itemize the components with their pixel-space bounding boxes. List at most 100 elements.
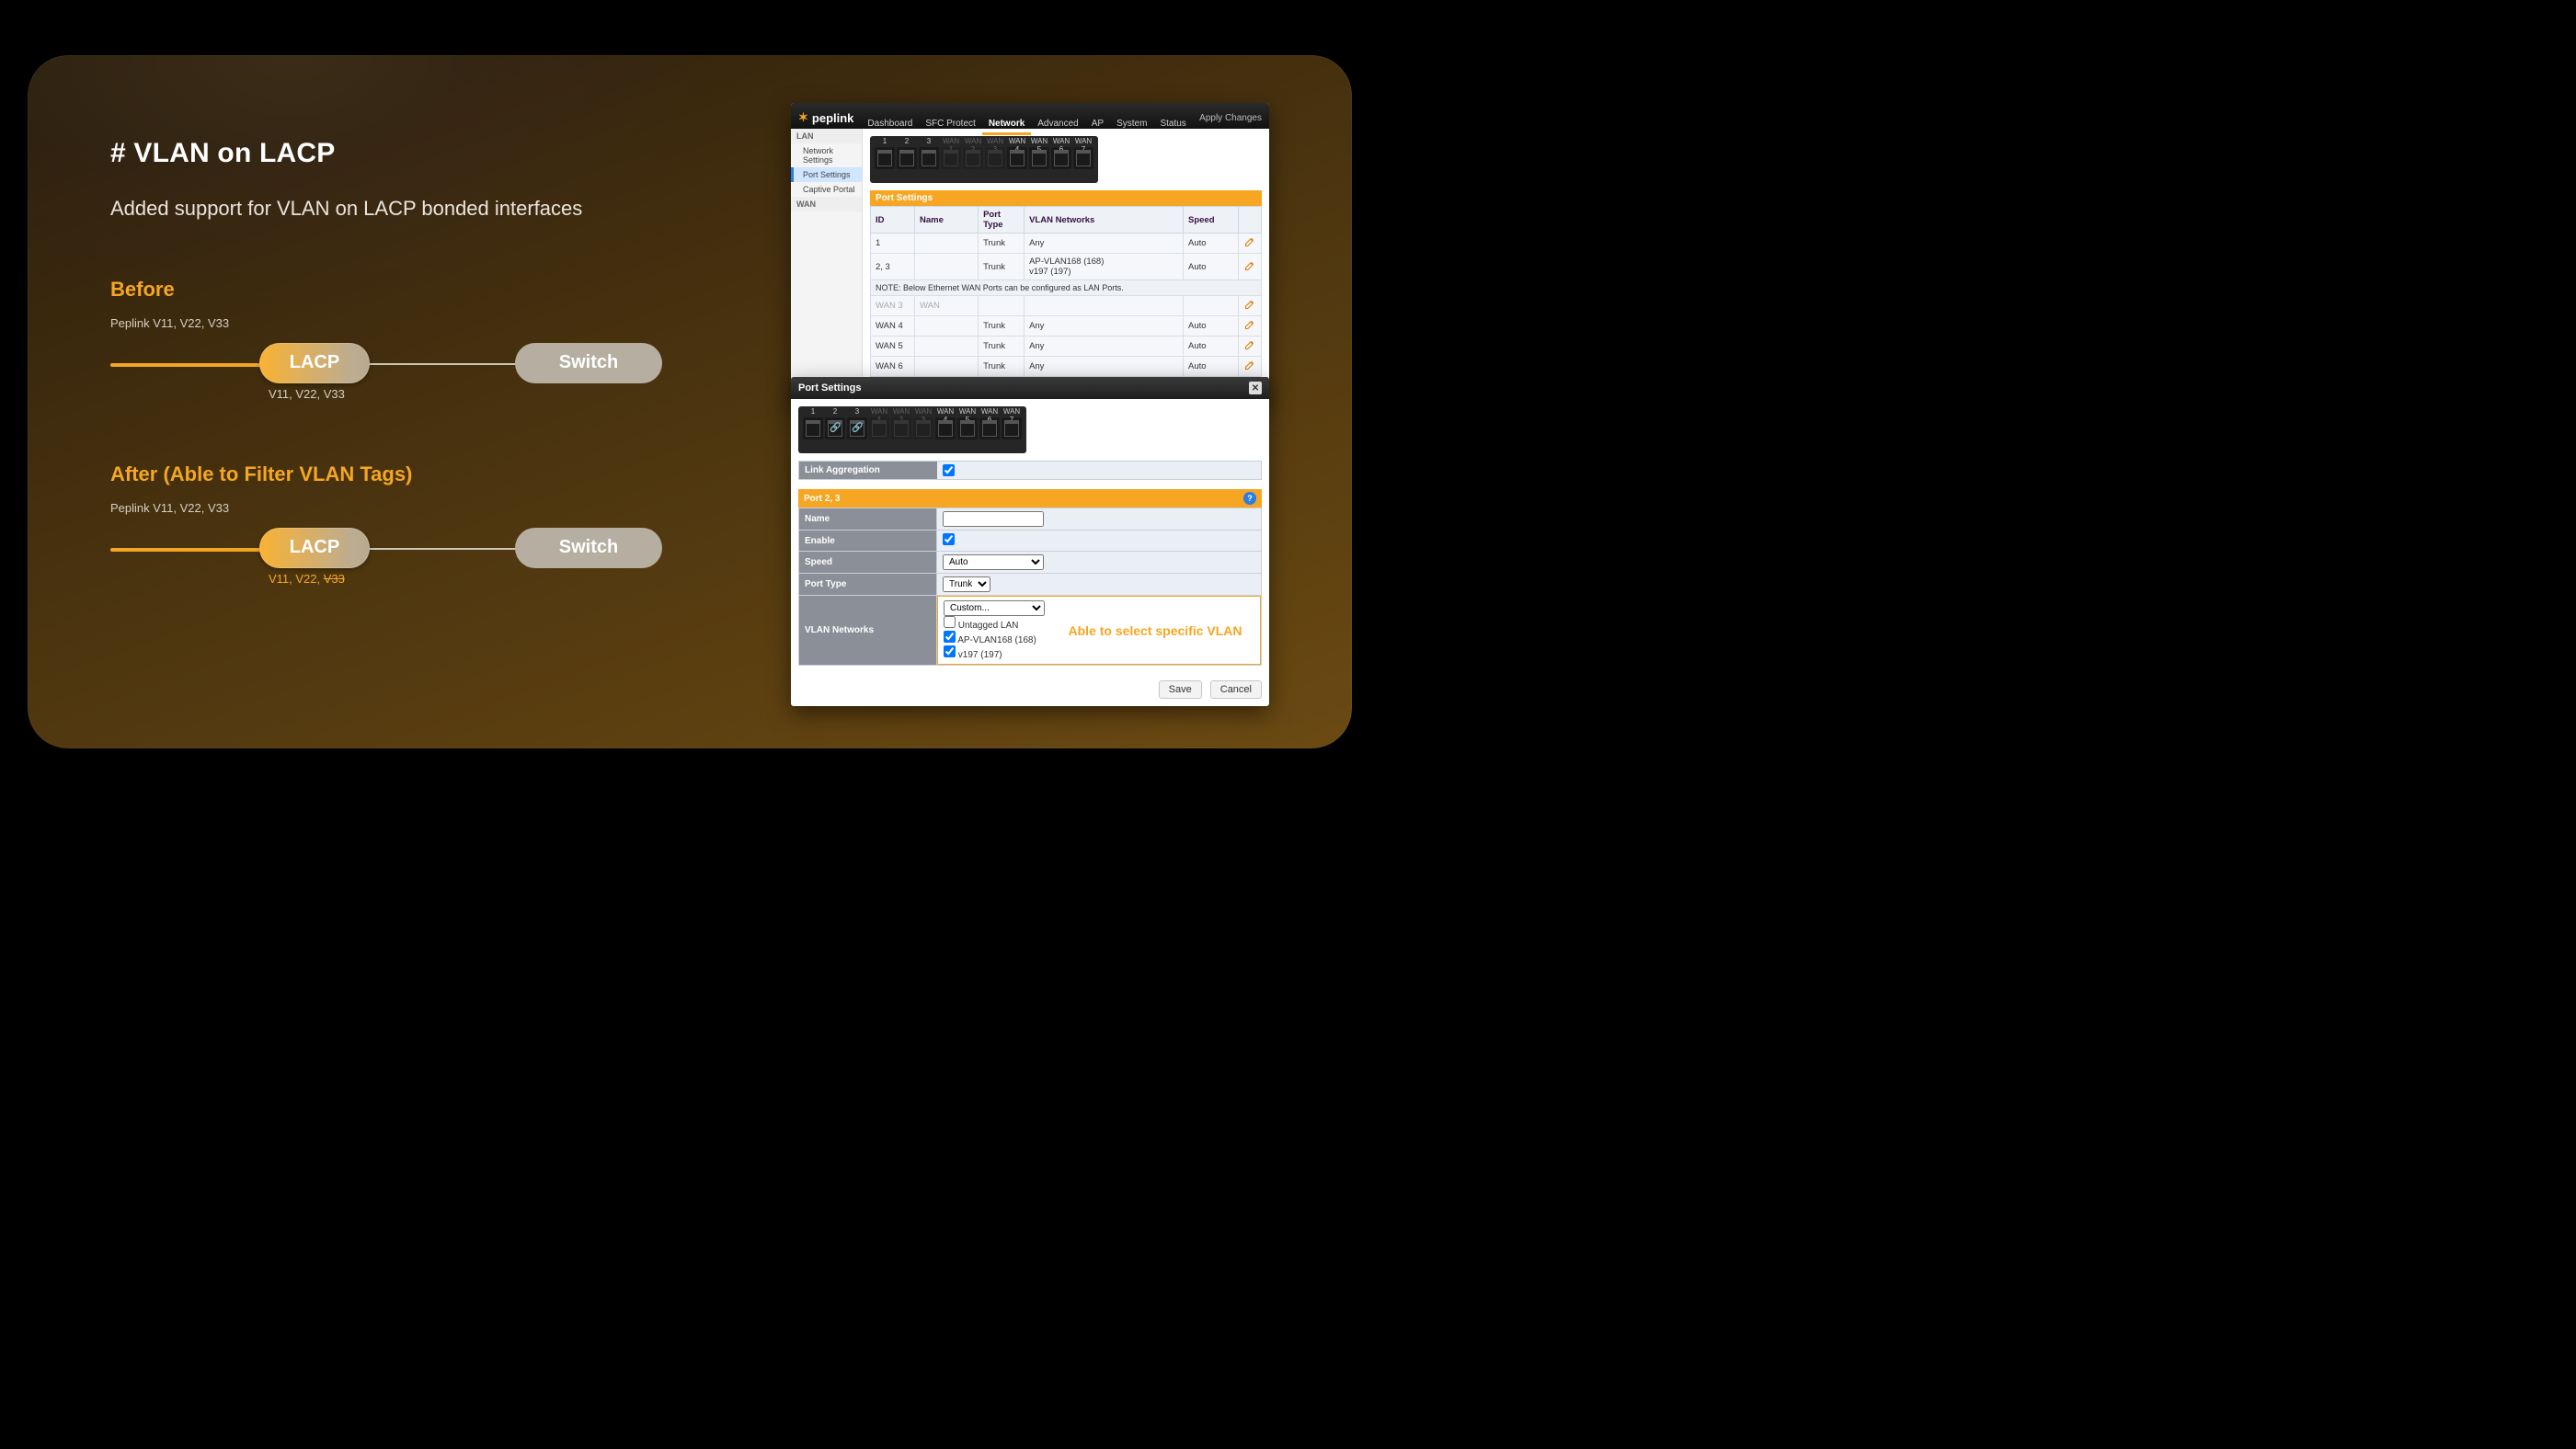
switch-pill: Switch bbox=[515, 343, 662, 383]
col-port-type: Port Type bbox=[979, 207, 1025, 234]
link-aggregation-checkbox[interactable] bbox=[943, 464, 955, 476]
vlan-option[interactable]: Untagged LAN bbox=[944, 616, 1045, 631]
before-heading: Before bbox=[110, 278, 681, 302]
port-wan7[interactable]: WAN 7 bbox=[1002, 417, 1022, 439]
dialog-title: Port Settings bbox=[798, 382, 861, 394]
table-row: WAN 3WAN bbox=[871, 296, 1262, 316]
name-label: Name bbox=[799, 508, 937, 531]
slide-card: # VLAN on LACP Added support for VLAN on… bbox=[28, 55, 1352, 748]
port-wan3[interactable]: WAN 3 bbox=[913, 417, 933, 439]
port-type-label: Port Type bbox=[799, 574, 937, 596]
edit-icon[interactable] bbox=[1243, 299, 1256, 310]
sidebar-group-lan: LAN bbox=[791, 129, 862, 143]
dialog-header: Port Settings ✕ bbox=[791, 377, 1269, 399]
edit-icon[interactable] bbox=[1243, 359, 1256, 371]
port-wan2[interactable]: WAN 2 bbox=[891, 417, 911, 439]
port-wan2[interactable]: WAN 2 bbox=[963, 147, 983, 169]
port-wan1[interactable]: WAN 1 bbox=[941, 147, 961, 169]
port-wan6[interactable]: WAN 6 bbox=[979, 417, 1000, 439]
col-name: Name bbox=[915, 207, 979, 234]
port-wan5[interactable]: WAN 5 bbox=[1029, 147, 1049, 169]
port-wan4[interactable]: WAN 4 bbox=[1007, 147, 1027, 169]
apply-changes-button[interactable]: Apply Changes bbox=[1199, 113, 1262, 129]
port-form: Name Enable Speed Auto Port Type Trunk V… bbox=[798, 508, 1262, 666]
sidebar-item-captive-portal[interactable]: Captive Portal bbox=[791, 182, 862, 197]
after-source: Peplink V11, V22, V33 bbox=[110, 501, 681, 515]
screenshot-port-settings-list: ✶peplink DashboardSFC ProtectNetworkAdva… bbox=[791, 103, 1269, 405]
col-id: ID bbox=[871, 207, 915, 234]
port-table: IDNamePort TypeVLAN NetworksSpeed 1Trunk… bbox=[870, 206, 1262, 397]
vlan-option-checkbox[interactable] bbox=[944, 645, 956, 657]
edit-icon[interactable] bbox=[1243, 236, 1256, 247]
port-wan7[interactable]: WAN 7 bbox=[1073, 147, 1093, 169]
sidebar-item-network-settings[interactable]: Network Settings bbox=[791, 143, 862, 167]
port-wan5[interactable]: WAN 5 bbox=[957, 417, 978, 439]
sidebar-item-port-settings[interactable]: Port Settings bbox=[791, 167, 862, 182]
vlan-option[interactable]: AP-VLAN168 (168) bbox=[944, 631, 1045, 645]
port-2[interactable]: 2🔗 bbox=[825, 417, 845, 439]
vlan-option-checkbox[interactable] bbox=[944, 631, 956, 643]
vlan-option-checkbox[interactable] bbox=[944, 616, 956, 628]
speed-select[interactable]: Auto bbox=[943, 554, 1044, 570]
help-icon[interactable]: ? bbox=[1243, 492, 1256, 505]
cancel-button[interactable]: Cancel bbox=[1210, 680, 1262, 699]
table-row: 1TrunkAnyAuto bbox=[871, 234, 1262, 254]
before-source: Peplink V11, V22, V33 bbox=[110, 316, 681, 330]
sidebar: LAN Network SettingsPort SettingsCaptive… bbox=[791, 129, 863, 405]
screenshot-port-settings-dialog: Port Settings ✕ 12🔗3🔗WAN 1WAN 2WAN 3WAN … bbox=[791, 377, 1269, 706]
brand-logo: ✶peplink bbox=[798, 110, 853, 129]
col-actions bbox=[1239, 207, 1262, 234]
panel-heading: Port Settings bbox=[870, 190, 1262, 206]
before-vlans: V11, V22, V33 bbox=[269, 387, 345, 401]
port-diagram: 12🔗3🔗WAN 1WAN 2WAN 3WAN 4WAN 5WAN 6WAN 7 bbox=[798, 406, 1026, 453]
table-row: WAN 4TrunkAnyAuto bbox=[871, 316, 1262, 337]
slide-title: # VLAN on LACP bbox=[110, 138, 681, 169]
port-type-select[interactable]: Trunk bbox=[943, 576, 990, 592]
lacp-pill: LACP bbox=[259, 343, 370, 383]
port-wan3[interactable]: WAN 3 bbox=[985, 147, 1005, 169]
brand-text: peplink bbox=[812, 111, 854, 125]
col-vlan-networks: VLAN Networks bbox=[1025, 207, 1184, 234]
port-panel-heading: Port 2, 3 ? bbox=[798, 489, 1262, 508]
table-row: WAN 6TrunkAnyAuto bbox=[871, 357, 1262, 377]
name-input[interactable] bbox=[943, 511, 1044, 527]
vlan-option[interactable]: v197 (197) bbox=[944, 645, 1045, 660]
port-2[interactable]: 2 bbox=[897, 147, 917, 169]
col-speed: Speed bbox=[1184, 207, 1239, 234]
vlan-mode-select[interactable]: Custom... bbox=[944, 600, 1045, 616]
port-3[interactable]: 3 bbox=[919, 147, 939, 169]
admin-topbar: ✶peplink DashboardSFC ProtectNetworkAdva… bbox=[791, 103, 1269, 129]
after-vlans: V11, V22, V33 bbox=[269, 572, 345, 586]
vlan-callout: Able to select specific VLAN bbox=[1050, 597, 1260, 664]
edit-icon[interactable] bbox=[1243, 319, 1256, 330]
port-wan1[interactable]: WAN 1 bbox=[869, 417, 889, 439]
enable-label: Enable bbox=[799, 531, 937, 552]
port-wan4[interactable]: WAN 4 bbox=[935, 417, 956, 439]
after-vlans-strike: V33 bbox=[324, 572, 345, 586]
port-wan6[interactable]: WAN 6 bbox=[1051, 147, 1071, 169]
lacp-pill: LACP bbox=[259, 528, 370, 568]
table-row: 2, 3TrunkAP-VLAN168 (168)v197 (197)Auto bbox=[871, 254, 1262, 280]
port-panel-title: Port 2, 3 bbox=[804, 494, 840, 504]
after-flow: LACP Switch V11, V22, V33 bbox=[110, 520, 681, 576]
port-diagram: 123WAN 1WAN 2WAN 3WAN 4WAN 5WAN 6WAN 7 bbox=[870, 136, 1098, 183]
vlan-networks-box: Custom... Untagged LAN AP-VLAN168 (168) … bbox=[937, 596, 1261, 665]
switch-pill: Switch bbox=[515, 528, 662, 568]
after-vlans-keep: V11, V22, bbox=[269, 572, 324, 586]
speed-label: Speed bbox=[799, 552, 937, 574]
port-3[interactable]: 3🔗 bbox=[847, 417, 867, 439]
after-heading: After (Able to Filter VLAN Tags) bbox=[110, 462, 681, 486]
edit-icon[interactable] bbox=[1243, 339, 1256, 350]
save-button[interactable]: Save bbox=[1159, 680, 1202, 699]
port-1[interactable]: 1 bbox=[875, 147, 895, 169]
link-aggregation-row: Link Aggregation bbox=[798, 461, 1262, 480]
port-1[interactable]: 1 bbox=[803, 417, 823, 439]
link-aggregation-label: Link Aggregation bbox=[799, 462, 937, 479]
sidebar-group-wan: WAN bbox=[791, 197, 862, 211]
table-row: WAN 5TrunkAnyAuto bbox=[871, 337, 1262, 357]
vlan-label: VLAN Networks bbox=[799, 596, 937, 666]
enable-checkbox[interactable] bbox=[943, 533, 955, 545]
before-flow: LACP Switch V11, V22, V33 bbox=[110, 336, 681, 391]
edit-icon[interactable] bbox=[1243, 260, 1256, 271]
close-icon[interactable]: ✕ bbox=[1249, 382, 1262, 394]
